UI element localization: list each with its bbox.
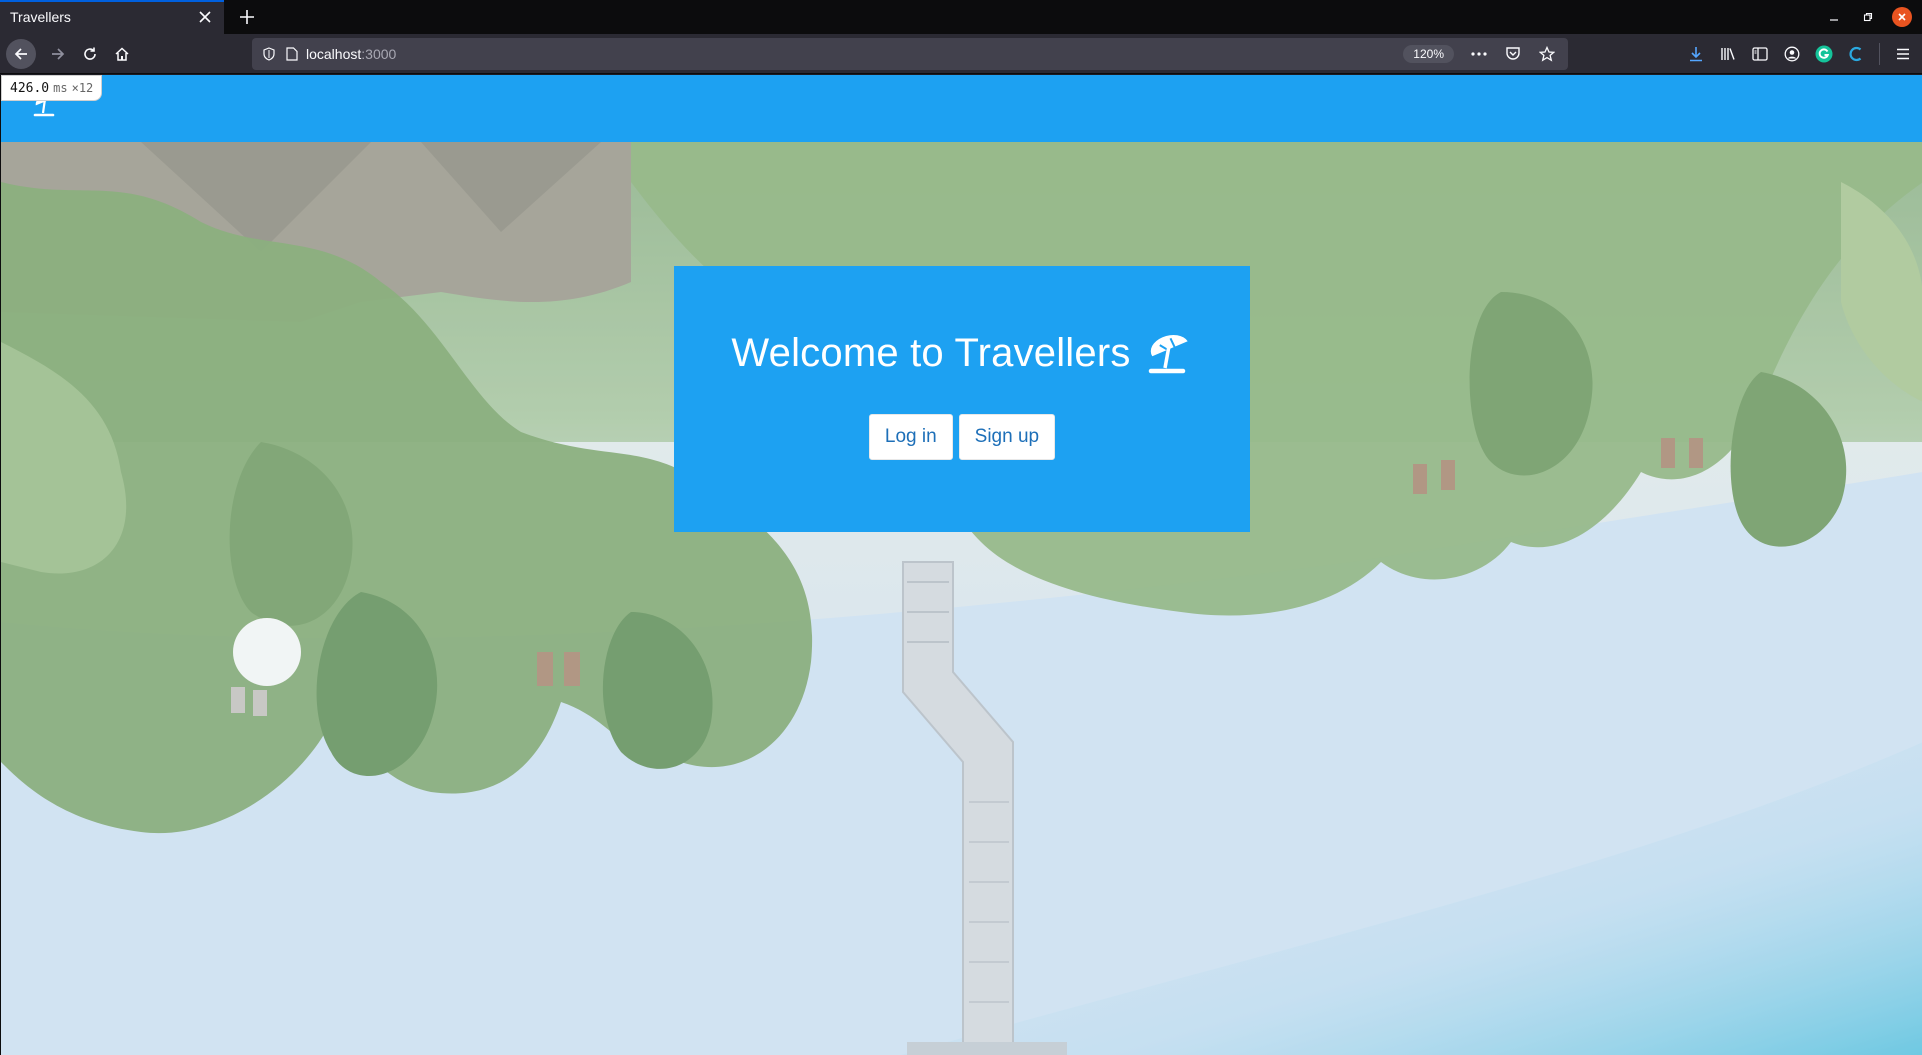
forward-icon[interactable] [42,38,74,70]
welcome-heading: Welcome to Travellers [731,331,1192,376]
nav-toolbar: localhost:3000 120% [0,34,1922,74]
minimize-icon[interactable] [1824,7,1844,27]
pocket-icon[interactable] [1502,43,1524,65]
home-icon[interactable] [106,38,138,70]
signup-button[interactable]: Sign up [958,414,1056,460]
site-header [1,75,1922,142]
toolbar-divider [1879,43,1880,65]
page-actions-icon[interactable] [1468,43,1490,65]
account-icon[interactable] [1781,43,1803,65]
restore-icon[interactable] [1858,7,1878,27]
sidebar-icon[interactable] [1749,43,1771,65]
page-info-icon[interactable] [286,47,298,61]
render-time-unit: ms [53,81,68,95]
url-actions [1468,43,1558,65]
extension-icon[interactable] [1845,43,1867,65]
beach-umbrella-icon [1145,332,1193,376]
url-port: :3000 [361,46,397,62]
zoom-level-badge[interactable]: 120% [1403,45,1454,63]
render-time-value: 426.0 [10,80,50,96]
login-button[interactable]: Log in [868,414,953,460]
tab-title: Travellers [10,9,71,25]
close-window-icon[interactable] [1892,7,1912,27]
hamburger-menu-icon[interactable] [1892,43,1914,65]
back-icon[interactable] [6,38,36,69]
hero-background: Welcome to Travellers Log in Sign up [1,142,1922,1055]
url-bar[interactable]: localhost:3000 120% [252,38,1568,70]
browser-window: Travellers localhost:3000 120% 426.0 ms … [0,0,1922,1055]
reload-icon[interactable] [74,38,106,70]
welcome-text: Welcome to Travellers [731,331,1131,375]
library-icon[interactable] [1717,43,1739,65]
toolbar-right [1685,38,1914,70]
close-tab-icon[interactable] [196,8,214,26]
downloads-icon[interactable] [1685,43,1707,65]
bookmark-star-icon[interactable] [1536,43,1558,65]
window-controls [1824,0,1922,34]
new-tab-icon[interactable] [230,0,264,34]
url-host: localhost [306,46,362,62]
page-viewport: 426.0 ms ×12 Welcome to Travellers Log i… [0,75,1922,1055]
tab-bar: Travellers [0,0,1922,34]
url-text: localhost:3000 [306,46,396,62]
render-time-overlay: 426.0 ms ×12 [1,75,103,101]
shield-icon[interactable] [262,47,276,61]
render-count: ×12 [71,81,94,95]
welcome-card: Welcome to Travellers Log in Sign up [674,266,1250,532]
auth-buttons: Log in Sign up [868,414,1056,460]
tab-travellers[interactable]: Travellers [0,0,224,34]
grammarly-extension-icon[interactable] [1813,43,1835,65]
